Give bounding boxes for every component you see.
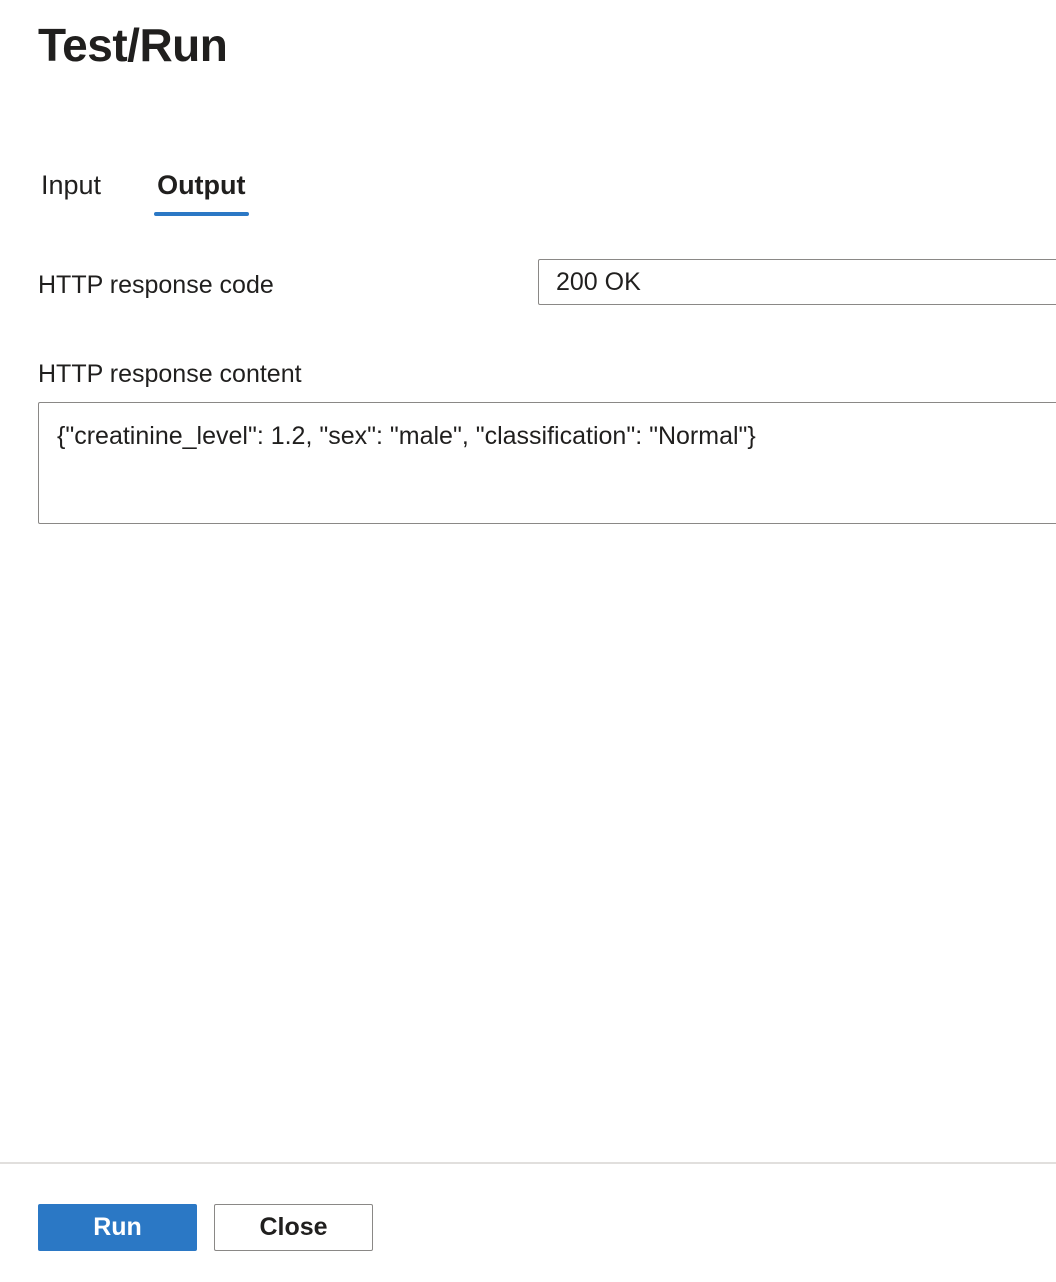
test-run-panel: Test/Run Input Output HTTP response code… <box>0 0 1056 1282</box>
response-content-label: HTTP response content <box>38 360 302 388</box>
response-code-label: HTTP response code <box>38 271 274 299</box>
close-button[interactable]: Close <box>214 1204 373 1251</box>
tab-list: Input Output <box>38 160 250 222</box>
tab-input[interactable]: Input <box>41 160 101 216</box>
page-title: Test/Run <box>38 19 228 71</box>
footer-divider <box>0 1162 1056 1164</box>
run-button[interactable]: Run <box>38 1204 197 1251</box>
tab-output[interactable]: Output <box>154 160 250 216</box>
response-content-field[interactable]: {"creatinine_level": 1.2, "sex": "male",… <box>38 402 1056 524</box>
response-code-field[interactable]: 200 OK <box>538 259 1056 305</box>
